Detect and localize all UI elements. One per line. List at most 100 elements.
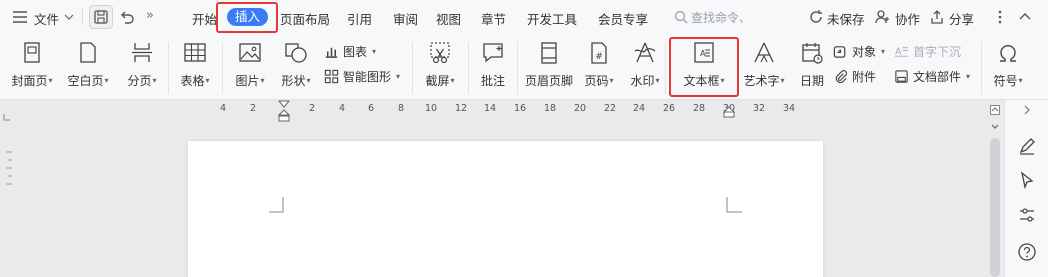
- cloud-sync-icon[interactable]: [808, 9, 824, 28]
- word-art-label: 艺术字: [743, 74, 780, 88]
- margin-corner-top-left: [268, 196, 284, 217]
- hamburger-icon[interactable]: [12, 10, 28, 24]
- chart-button[interactable]: 图表 ▾: [324, 42, 376, 60]
- chart-label: 图表: [343, 44, 368, 59]
- horizontal-ruler: 4 2 2 4 6 8 10 12 14 16 18 20 22 24 26 2…: [0, 100, 1048, 122]
- vertical-ruler: [0, 122, 18, 277]
- undo-icon[interactable]: [118, 8, 136, 29]
- tab-review[interactable]: 审阅: [393, 9, 418, 28]
- screenshot-button[interactable]: 截屏▾: [410, 40, 470, 89]
- svg-text:#: #: [595, 52, 603, 62]
- cover-page-button[interactable]: 封面页▾: [2, 40, 62, 89]
- table-label: 表格: [180, 74, 205, 88]
- blank-page-label: 空白页: [67, 74, 104, 88]
- text-box-button[interactable]: A 文本框▾: [674, 40, 734, 89]
- watermark-icon: [632, 40, 658, 66]
- tab-references[interactable]: 引用: [347, 9, 372, 28]
- drop-cap-button[interactable]: A 首字下沉: [894, 42, 961, 60]
- watermark-button[interactable]: 水印▾: [615, 40, 675, 89]
- tab-section[interactable]: 章节: [481, 9, 506, 28]
- scroll-option-icon[interactable]: [990, 120, 1000, 134]
- omega-icon: [995, 40, 1021, 66]
- collaborate-button[interactable]: 协作: [895, 9, 920, 28]
- symbol-button[interactable]: 符号▾: [978, 40, 1038, 89]
- header-footer-label: 页眉页脚: [524, 74, 573, 88]
- comment-label: 批注: [480, 74, 505, 88]
- sidebar-collapse-icon[interactable]: [1021, 104, 1033, 119]
- document-page[interactable]: [188, 141, 823, 277]
- attachment-label: 附件: [852, 69, 877, 84]
- ruler-tick: 20: [574, 103, 587, 114]
- smart-shape-icon: [324, 69, 339, 83]
- help-icon[interactable]: [1017, 242, 1037, 262]
- tab-view[interactable]: 视图: [436, 9, 461, 28]
- more-chevron-icon[interactable]: »: [146, 8, 154, 23]
- drop-cap-icon: A: [894, 46, 909, 57]
- word-art-icon: [751, 40, 777, 66]
- group-separator: [665, 42, 666, 94]
- ruler-tick: 24: [633, 103, 646, 114]
- page-number-icon: #: [586, 40, 612, 66]
- text-box-icon: A: [691, 40, 717, 66]
- chevron-down-icon[interactable]: [64, 11, 74, 25]
- tab-page-layout[interactable]: 页面布局: [280, 9, 330, 28]
- ruler-tick: 2: [309, 103, 316, 114]
- drop-cap-label: 首字下沉: [913, 44, 962, 59]
- file-menu[interactable]: 文件: [34, 9, 59, 28]
- document-canvas: [18, 122, 988, 277]
- save-icon[interactable]: [89, 5, 113, 29]
- pen-icon[interactable]: [1017, 136, 1037, 156]
- margin-corner-top-right: [726, 196, 742, 217]
- group-separator: [517, 42, 518, 94]
- settings-sliders-icon[interactable]: [1017, 205, 1037, 225]
- right-indent-marker-icon[interactable]: [722, 105, 736, 122]
- more-options-icon[interactable]: [997, 9, 1003, 28]
- right-sidebar: [1004, 100, 1048, 277]
- insert-ribbon: 封面页▾ 空白页▾ 分页▾ 表格▾ 图片▾ 形状▾ 图表 ▾ 智能图形 ▾ 截屏▾: [0, 34, 1048, 100]
- doc-parts-icon: [895, 69, 908, 83]
- ruler-tick: 26: [663, 103, 676, 114]
- blank-page-button[interactable]: 空白页▾: [58, 40, 118, 89]
- share-button[interactable]: 分享: [949, 9, 974, 28]
- calendar-icon: [799, 40, 825, 66]
- doc-parts-button[interactable]: 文档部件 ▾: [894, 67, 970, 85]
- separator: [82, 9, 83, 25]
- smart-shape-button[interactable]: 智能图形 ▾: [324, 67, 400, 85]
- scroll-top-icon[interactable]: [990, 104, 1000, 118]
- tab-member[interactable]: 会员专享: [598, 9, 648, 28]
- cursor-icon[interactable]: [1017, 170, 1037, 190]
- tab-home[interactable]: 开始: [192, 9, 217, 28]
- comment-icon: [480, 40, 506, 66]
- search-input[interactable]: 查找命令、: [691, 9, 751, 26]
- shape-button[interactable]: 形状▾: [266, 40, 326, 89]
- picture-icon: [237, 40, 263, 66]
- unsaved-status[interactable]: 未保存: [827, 9, 865, 28]
- scrollbar-thumb[interactable]: [990, 138, 1000, 277]
- screenshot-label: 截屏: [425, 74, 450, 88]
- doc-parts-label: 文档部件: [913, 69, 962, 84]
- cover-page-label: 封面页: [11, 74, 48, 88]
- svg-text:A: A: [895, 46, 902, 57]
- object-label: 对象: [852, 44, 877, 59]
- collaborate-icon[interactable]: [874, 9, 890, 28]
- collapse-ribbon-icon[interactable]: [1018, 10, 1032, 25]
- comment-button[interactable]: 批注: [463, 40, 523, 89]
- attachment-button[interactable]: 附件: [833, 67, 876, 85]
- ruler-scale: 4 2 2 4 6 8 10 12 14 16 18 20 22 24 26 2…: [210, 101, 810, 117]
- page-break-button[interactable]: 分页▾: [112, 40, 172, 89]
- search-icon[interactable]: [674, 10, 688, 27]
- shape-icon: [283, 40, 309, 66]
- scissors-icon: [427, 40, 453, 66]
- ruler-tick: 2: [250, 103, 257, 114]
- object-button[interactable]: 对象 ▾: [833, 42, 885, 60]
- ruler-tick: 12: [455, 103, 468, 114]
- ruler-tick: 28: [693, 103, 706, 114]
- ruler-tick: 22: [604, 103, 617, 114]
- share-icon[interactable]: [929, 9, 945, 28]
- tab-developer[interactable]: 开发工具: [527, 9, 577, 28]
- blank-page-icon: [75, 40, 101, 66]
- smart-shape-label: 智能图形: [343, 69, 392, 84]
- tab-insert[interactable]: 插入: [227, 8, 269, 26]
- shape-label: 形状: [281, 74, 306, 88]
- table-button[interactable]: 表格▾: [165, 40, 225, 89]
